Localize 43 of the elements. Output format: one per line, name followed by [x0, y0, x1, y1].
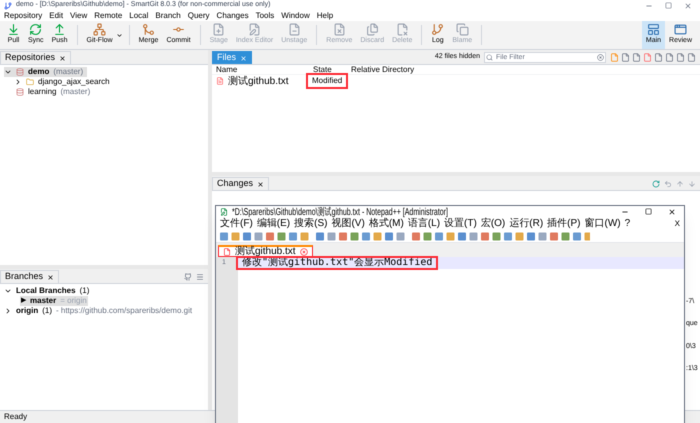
column-header[interactable]: State: [309, 64, 347, 76]
remote-url: - https://github.com/spareribs/demo.git: [56, 305, 192, 317]
menu-item[interactable]: 窗口(W): [584, 219, 621, 229]
close-document-button[interactable]: X: [674, 218, 680, 230]
repo-tree-row[interactable]: demo (master): [4, 67, 88, 77]
repo-tree-row[interactable]: django_ajax_search: [14, 77, 114, 87]
branch-count: (1): [80, 285, 90, 297]
menu-item[interactable]: 视图(V): [331, 219, 365, 229]
status-text: Ready: [4, 411, 28, 423]
menu-item[interactable]: Repository: [4, 10, 42, 22]
menu-item[interactable]: Remote: [94, 10, 122, 22]
menu-item[interactable]: Query: [188, 10, 210, 22]
menu-item[interactable]: ?: [624, 219, 630, 229]
menu-item[interactable]: 编辑(E): [256, 219, 290, 229]
branch-count: (1): [42, 305, 52, 317]
branch-group[interactable]: origin: [16, 305, 38, 317]
menu-item[interactable]: Tools: [256, 10, 274, 22]
panel-tab[interactable]: Branches: [0, 270, 60, 283]
column-header[interactable]: Relative Directory: [347, 64, 447, 76]
panel-tab[interactable]: Repositories: [0, 51, 72, 64]
menu-item[interactable]: Local: [129, 10, 148, 22]
branch-group[interactable]: Local Branches: [16, 285, 76, 297]
menu-item[interactable]: Edit: [49, 10, 64, 22]
menu-item[interactable]: 宏(O): [480, 219, 506, 229]
menu-item[interactable]: View: [70, 10, 88, 22]
menu-item[interactable]: 语言(L): [408, 219, 440, 229]
menu-item[interactable]: Window: [281, 10, 310, 22]
menu-item[interactable]: 插件(P): [547, 219, 581, 229]
menu-item[interactable]: 格式(M): [368, 219, 404, 229]
column-header[interactable]: Name: [212, 64, 309, 76]
document-tab[interactable]: 测试github.txt: [218, 245, 313, 257]
menu-item[interactable]: 设置(T): [444, 219, 477, 229]
state-cell: Modified: [306, 73, 348, 89]
menu-item[interactable]: Branch: [155, 10, 181, 22]
window-title: *D:\Spareribs\Github\demo\测试github.txt - Notepad++ [Administrator]: [232, 206, 448, 218]
menu-item[interactable]: 运行(R): [509, 219, 544, 229]
panel-tab[interactable]: Changes: [212, 177, 270, 190]
menu-item[interactable]: Help: [316, 10, 334, 22]
menu-item[interactable]: 文件(F): [220, 219, 253, 229]
file-name[interactable]: 测试github.txt: [228, 74, 289, 88]
menu-item[interactable]: 搜索(S): [294, 219, 328, 229]
repo-tree-row[interactable]: learning (master): [4, 87, 94, 97]
menu-item[interactable]: Changes: [216, 10, 249, 22]
